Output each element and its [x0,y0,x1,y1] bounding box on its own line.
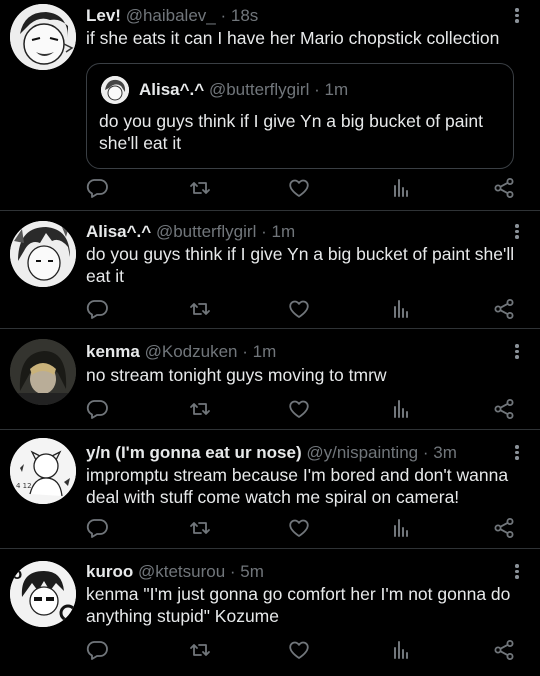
separator-dot: · [229,562,236,581]
quote-avatar [101,76,129,104]
separator-dot: · [314,80,320,99]
retweet-icon[interactable] [188,297,212,321]
tweet-header: y/n (I'm gonna eat ur nose) @y/nispainti… [86,443,457,463]
tweet-text: do you guys think if I give Yn a big buc… [86,244,515,286]
tweet-actions [0,297,540,321]
tweet-text: impromptu stream because I'm bored and d… [86,465,509,507]
views-icon[interactable] [389,638,413,662]
avatar-image [10,221,76,287]
avatar[interactable]: O [10,561,76,627]
more-icon[interactable] [511,6,523,26]
separator-dot: · [261,222,267,241]
user-handle[interactable]: @Kodzuken [145,342,238,361]
share-icon[interactable] [492,297,516,321]
display-name[interactable]: y/n (I'm gonna eat ur nose) [86,443,302,462]
quoted-tweet[interactable]: Alisa^.^ @butterflygirl · 1m do you guys… [86,63,514,169]
timestamp[interactable]: 1m [272,222,296,241]
tweet-yn[interactable]: 4 12 y/n (I'm gonna eat ur nose) @y/nisp… [0,430,540,548]
reply-icon[interactable] [85,176,109,200]
avatar-image: 4 12 [10,438,76,504]
display-name[interactable]: kenma [86,342,140,361]
reply-icon[interactable] [85,297,109,321]
reply-icon[interactable] [85,516,109,540]
reply-icon[interactable] [85,397,109,421]
more-icon[interactable] [511,562,523,582]
tweet-alisa[interactable]: Alisa^.^ @butterflygirl · 1m do you guys… [0,211,540,328]
user-handle[interactable]: @ktetsurou [138,562,225,581]
views-icon[interactable] [389,176,413,200]
like-icon[interactable] [287,397,311,421]
avatar[interactable] [10,339,76,405]
tweet-header: Alisa^.^ @butterflygirl · 1m [86,222,295,242]
share-icon[interactable] [492,176,516,200]
avatar[interactable]: 4 12 [10,438,76,504]
quote-avatar-image [101,76,129,104]
avatar-image [10,4,76,70]
tweet-lev[interactable]: Lev! @haibalev_ · 18s if she eats it can… [0,0,540,210]
display-name[interactable]: kuroo [86,562,133,581]
tweet-actions [0,176,540,200]
user-handle[interactable]: @haibalev_ [126,6,216,25]
quote-header: Alisa^.^ @butterflygirl · 1m [139,80,348,100]
tweet-kenma[interactable]: kenma @Kodzuken · 1m no stream tonight g… [0,329,540,429]
quote-user-handle: @butterflygirl [208,80,310,99]
retweet-icon[interactable] [188,176,212,200]
avatar-image: O [10,561,76,627]
share-icon[interactable] [492,516,516,540]
like-icon[interactable] [287,516,311,540]
like-icon[interactable] [287,297,311,321]
tweet-header: kenma @Kodzuken · 1m [86,342,276,362]
views-icon[interactable] [389,297,413,321]
tweet-actions [0,638,540,662]
svg-text:O: O [12,568,22,582]
views-icon[interactable] [389,397,413,421]
timestamp[interactable]: 3m [433,443,457,462]
retweet-icon[interactable] [188,516,212,540]
avatar[interactable] [10,221,76,287]
separator-dot: · [220,6,227,25]
user-handle[interactable]: @y/nispainting [306,443,418,462]
timestamp[interactable]: 1m [253,342,277,361]
tweet-text: if she eats it can I have her Mario chop… [86,28,500,48]
tweet-actions [0,397,540,421]
views-icon[interactable] [389,516,413,540]
display-name[interactable]: Lev! [86,6,121,25]
tweet-text: kenma "I'm just gonna go comfort her I'm… [86,584,511,626]
svg-text:4 12: 4 12 [16,482,32,490]
like-icon[interactable] [287,176,311,200]
reply-icon[interactable] [85,638,109,662]
quote-display-name: Alisa^.^ [139,80,205,99]
timestamp[interactable]: 5m [240,562,264,581]
more-icon[interactable] [511,443,523,463]
tweet-text: no stream tonight guys moving to tmrw [86,365,387,385]
tweet-header: kuroo @ktetsurou · 5m [86,562,264,582]
quote-text: do you guys think if I give Yn a big buc… [99,111,483,153]
tweet-kuroo[interactable]: O kuroo @ktetsurou · 5m kenma "I'm just … [0,549,540,676]
retweet-icon[interactable] [188,397,212,421]
display-name[interactable]: Alisa^.^ [86,222,151,241]
share-icon[interactable] [492,638,516,662]
retweet-icon[interactable] [188,638,212,662]
share-icon[interactable] [492,397,516,421]
tweet-header: Lev! @haibalev_ · 18s [86,6,258,26]
more-icon[interactable] [511,222,523,242]
tweet-actions [0,516,540,540]
avatar-image [10,339,76,405]
quote-timestamp: 1m [324,80,349,99]
timestamp[interactable]: 18s [231,6,258,25]
like-icon[interactable] [287,638,311,662]
separator-dot: · [422,443,429,462]
more-icon[interactable] [511,342,523,362]
separator-dot: · [242,342,248,361]
avatar[interactable] [10,4,76,70]
user-handle[interactable]: @butterflygirl [156,222,256,241]
